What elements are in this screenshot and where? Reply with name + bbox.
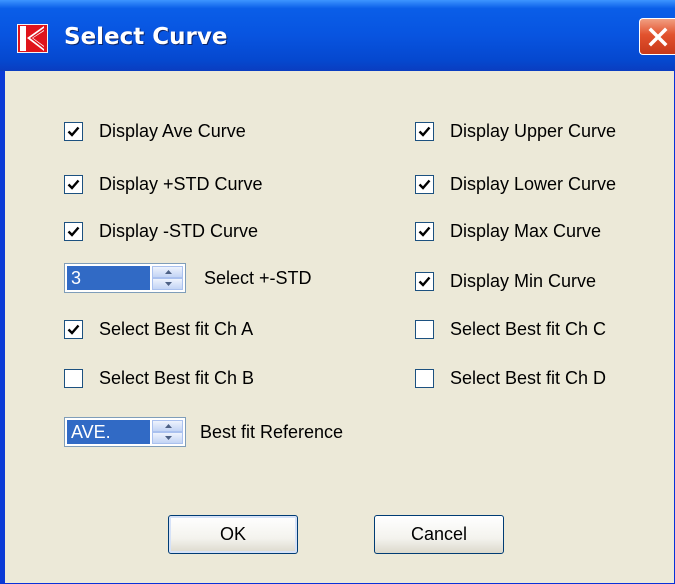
- checkbox-label: Display Lower Curve: [450, 173, 617, 194]
- checkbox-label: Select Best fit Ch D: [450, 367, 607, 388]
- checkbox-label: Display -STD Curve: [99, 220, 259, 241]
- reference-spinner-buttons: [152, 420, 183, 444]
- checkmark-icon: [418, 179, 431, 190]
- title-bar[interactable]: Select Curve: [0, 0, 675, 71]
- checkbox-box[interactable]: [64, 368, 83, 388]
- checkmark-icon: [67, 324, 80, 335]
- reference-spinner-label: Best fit Reference: [200, 422, 344, 442]
- display-max-curve-checkbox[interactable]: Display Max Curve: [415, 220, 601, 242]
- window-title: Select Curve: [64, 24, 228, 50]
- arrow-up-icon: [165, 424, 172, 428]
- spin-up-button[interactable]: [152, 420, 183, 432]
- checkbox-label: Display Ave Curve: [99, 120, 246, 141]
- close-icon: [648, 27, 668, 47]
- display-plus-std-curve-checkbox[interactable]: Display +STD Curve: [64, 173, 263, 195]
- cancel-button[interactable]: Cancel: [374, 515, 504, 554]
- reference-spinner-value[interactable]: AVE.: [67, 420, 150, 444]
- checkbox-box[interactable]: [64, 221, 83, 241]
- checkbox-box[interactable]: [64, 174, 83, 194]
- best-fit-ch-b-checkbox[interactable]: Select Best fit Ch B: [64, 367, 254, 389]
- best-fit-ch-a-checkbox[interactable]: Select Best fit Ch A: [64, 318, 253, 340]
- checkbox-box[interactable]: [415, 319, 434, 339]
- checkbox-box[interactable]: [64, 319, 83, 339]
- arrow-down-icon: [165, 436, 172, 440]
- close-button[interactable]: [639, 18, 675, 55]
- checkbox-box[interactable]: [415, 174, 434, 194]
- best-fit-ch-c-checkbox[interactable]: Select Best fit Ch C: [415, 318, 606, 340]
- reference-spinner[interactable]: AVE.: [64, 417, 186, 447]
- std-spinner-value[interactable]: 3: [67, 266, 150, 290]
- checkbox-label: Display +STD Curve: [99, 173, 263, 194]
- checkmark-icon: [67, 126, 80, 137]
- checkmark-icon: [418, 226, 431, 237]
- display-lower-curve-checkbox[interactable]: Display Lower Curve: [415, 173, 616, 195]
- arrow-down-icon: [165, 282, 172, 286]
- checkbox-label: Display Max Curve: [450, 220, 602, 241]
- arrow-up-icon: [165, 270, 172, 274]
- checkbox-box[interactable]: [415, 368, 434, 388]
- ok-button[interactable]: OK: [168, 515, 298, 554]
- std-spinner-buttons: [152, 266, 183, 290]
- std-spinner-label: Select +-STD: [204, 268, 312, 288]
- display-upper-curve-checkbox[interactable]: Display Upper Curve: [415, 120, 616, 142]
- checkbox-box[interactable]: [415, 271, 434, 291]
- app-logo-icon: [17, 24, 48, 53]
- checkbox-label: Display Min Curve: [450, 270, 597, 291]
- display-min-curve-checkbox[interactable]: Display Min Curve: [415, 270, 596, 292]
- checkbox-box[interactable]: [64, 121, 83, 141]
- checkmark-icon: [418, 276, 431, 287]
- checkmark-icon: [418, 126, 431, 137]
- checkbox-box[interactable]: [415, 221, 434, 241]
- checkbox-label: Select Best fit Ch A: [99, 318, 254, 339]
- display-ave-curve-checkbox[interactable]: Display Ave Curve: [64, 120, 246, 142]
- checkmark-icon: [67, 179, 80, 190]
- spin-down-button[interactable]: [152, 432, 183, 444]
- select-curve-dialog: Select Curve Display Ave Curve Display +…: [0, 0, 675, 584]
- checkmark-icon: [67, 226, 80, 237]
- spin-up-button[interactable]: [152, 266, 183, 278]
- best-fit-ch-d-checkbox[interactable]: Select Best fit Ch D: [415, 367, 606, 389]
- checkbox-box[interactable]: [415, 121, 434, 141]
- display-minus-std-curve-checkbox[interactable]: Display -STD Curve: [64, 220, 258, 242]
- checkbox-label: Select Best fit Ch C: [450, 318, 607, 339]
- spin-down-button[interactable]: [152, 278, 183, 290]
- checkbox-label: Select Best fit Ch B: [99, 367, 255, 388]
- std-spinner[interactable]: 3: [64, 263, 186, 293]
- checkbox-label: Display Upper Curve: [450, 120, 617, 141]
